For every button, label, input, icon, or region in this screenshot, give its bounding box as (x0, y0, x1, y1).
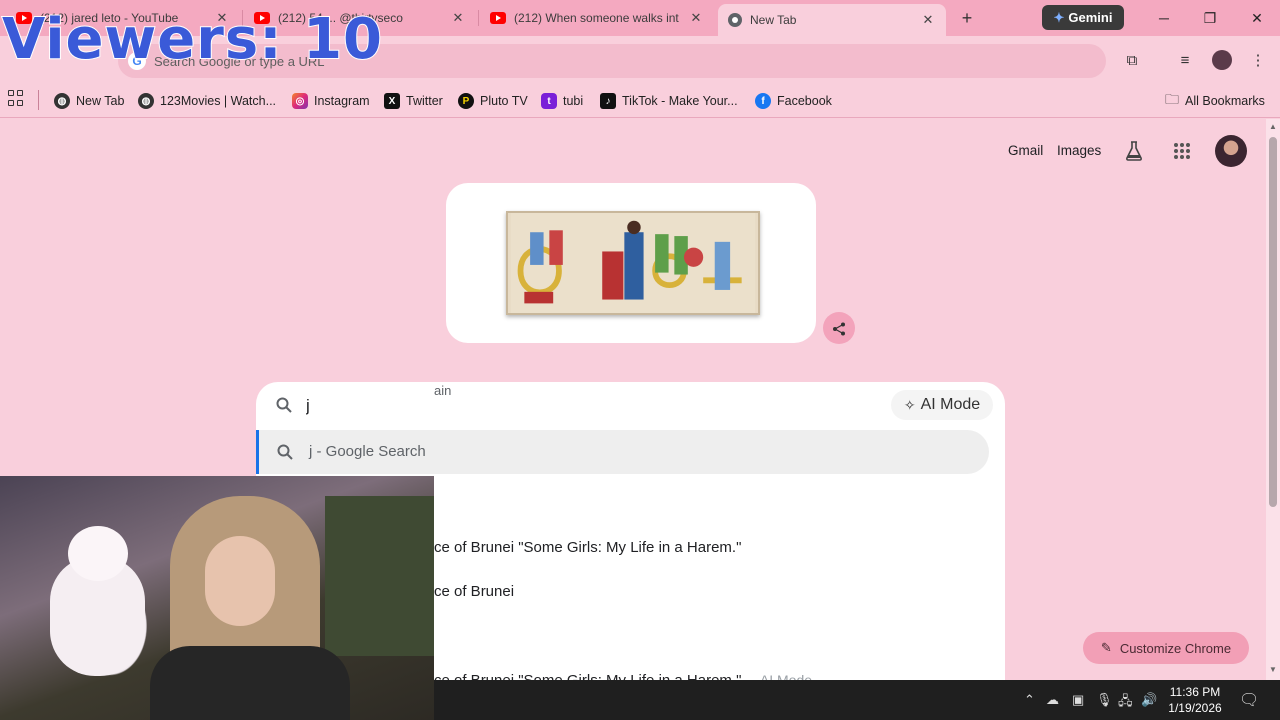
globe-icon: ◍ (138, 93, 154, 109)
labs-flask-icon[interactable] (1125, 141, 1143, 161)
notifications-icon[interactable]: 🗨 (1239, 690, 1259, 710)
ai-mode-label: AI Mode (920, 396, 981, 413)
gmail-link[interactable]: Gmail (1008, 143, 1043, 158)
bookmark-tiktok[interactable]: ♪ TikTok - Make Your... (600, 90, 738, 112)
bookmark-label: Pluto TV (480, 94, 528, 108)
suggestion-text: j - Google Search (309, 443, 426, 460)
bookmark-label: Twitter (406, 94, 443, 108)
profile-avatar[interactable] (1212, 50, 1232, 70)
bookmark-label: Instagram (314, 94, 370, 108)
suggestion-highlighted[interactable]: j - Google Search (256, 430, 989, 474)
apps-shortcut-icon[interactable] (8, 90, 24, 106)
search-row: ✧ AI Mode (256, 382, 1005, 428)
bookmarks-bar: ◍ New Tab ◍ 123Movies | Watch... ◎ Insta… (0, 84, 1280, 118)
page-scrollbar[interactable]: ▲ ▼ (1266, 119, 1280, 680)
suggestion-section-label: ain (434, 383, 452, 398)
minimize-button[interactable]: ─ (1150, 6, 1178, 30)
bookmark-tubi[interactable]: t tubi (541, 90, 583, 112)
onedrive-cloud-icon[interactable]: ☁ (1046, 692, 1059, 708)
instagram-icon: ◎ (292, 93, 308, 109)
bookmark-twitter[interactable]: X Twitter (384, 90, 443, 112)
folder-icon: 🗀 (1165, 91, 1179, 107)
webcam-person-shirt (150, 646, 350, 720)
gemini-sparkle-icon: ✦ (1053, 9, 1065, 25)
x-logo-icon: X (384, 93, 400, 109)
webcam-overlay (0, 476, 434, 720)
device-icon[interactable]: ▣ (1072, 692, 1084, 708)
suggestion-item-partial[interactable]: ce of Brunei "Some Girls: My Life in a H… (434, 672, 812, 680)
scroll-up-arrow-icon[interactable]: ▲ (1269, 122, 1277, 131)
gemini-button[interactable]: ✦ Gemini (1042, 5, 1124, 30)
tubi-icon: t (541, 93, 557, 109)
bookmark-label: New Tab (76, 94, 125, 108)
webcam-person-face (205, 536, 275, 626)
search-icon (276, 397, 292, 413)
all-bookmarks-label: All Bookmarks (1185, 94, 1265, 108)
menu-kebab-icon[interactable]: ⋮ (1247, 50, 1269, 72)
bookmark-pluto-tv[interactable]: P Pluto TV (458, 90, 528, 112)
suggestion-item[interactable]: ce of Brunei "Some Girls: My Life in a H… (434, 539, 741, 556)
gemini-label: Gemini (1068, 10, 1113, 25)
close-icon[interactable]: ✕ (450, 10, 466, 26)
tab-title: New Tab (750, 13, 797, 27)
customize-label: Customize Chrome (1119, 640, 1232, 656)
share-icon (833, 322, 845, 336)
tab-divider (478, 10, 479, 26)
search-icon (277, 444, 293, 460)
media-controls-icon[interactable]: ≡ (1174, 50, 1196, 72)
webcam-background-shelf (325, 496, 434, 656)
scroll-thumb[interactable] (1269, 137, 1277, 507)
bookmark-label: tubi (563, 94, 584, 108)
extensions-icon[interactable]: ⧉ (1121, 50, 1143, 72)
close-window-button[interactable]: ✕ (1243, 6, 1271, 30)
tray-chevron-up-icon[interactable]: ⌃ (1024, 692, 1035, 708)
share-doodle-button[interactable] (823, 312, 855, 344)
volume-icon[interactable]: 🔊 (1141, 692, 1157, 708)
suggestion-item: ce of Brunei "Some Girls: My Life in a H… (434, 672, 741, 680)
viewer-count-overlay: Viewers: 10 (1, 6, 384, 73)
restore-button[interactable]: ❐ (1196, 6, 1224, 30)
account-avatar[interactable] (1215, 135, 1247, 167)
suggestion-ai-mode-tag: AI Mode (759, 672, 813, 680)
bookmark-123movies[interactable]: ◍ 123Movies | Watch... (138, 90, 276, 112)
facebook-icon: f (755, 93, 771, 109)
bookmark-label: TikTok - Make Your... (622, 94, 738, 108)
ai-mode-button[interactable]: ✧ AI Mode (891, 390, 993, 420)
bookmark-label: 123Movies | Watch... (160, 94, 277, 108)
clock-time: 11:36 PM (1169, 685, 1221, 699)
tab-title: (212) When someone walks int (514, 11, 679, 25)
doodle-card (446, 183, 816, 343)
tab-new-tab[interactable]: New Tab ✕ (718, 4, 946, 36)
bookmark-label: Facebook (777, 94, 832, 108)
tiktok-icon: ♪ (600, 93, 616, 109)
google-doodle-image[interactable] (506, 211, 760, 315)
network-icon[interactable]: 🖧 (1118, 692, 1133, 714)
scroll-down-arrow-icon[interactable]: ▼ (1269, 665, 1277, 674)
suggestion-item[interactable]: ce of Brunei (434, 583, 514, 600)
microphone-icon[interactable]: 🎙 (1096, 692, 1113, 708)
tab-youtube-3[interactable]: (212) When someone walks int ✕ (480, 4, 714, 32)
webcam-plush-toy (50, 526, 145, 676)
pencil-icon: ✎ (1100, 640, 1112, 655)
bookmark-divider (38, 90, 39, 110)
google-apps-icon[interactable] (1174, 143, 1190, 159)
all-bookmarks-button[interactable]: 🗀 All Bookmarks (1165, 90, 1265, 112)
search-input[interactable] (306, 393, 826, 419)
new-tab-button[interactable]: + (956, 7, 978, 29)
bookmark-new-tab[interactable]: ◍ New Tab (54, 90, 124, 112)
bookmark-facebook[interactable]: f Facebook (755, 90, 832, 112)
close-icon[interactable]: ✕ (920, 12, 936, 28)
images-link[interactable]: Images (1057, 143, 1101, 158)
customize-chrome-button[interactable]: ✎ Customize Chrome (1083, 632, 1249, 664)
ai-sparkle-search-icon: ✧ (903, 396, 916, 413)
globe-icon: ◍ (54, 93, 70, 109)
youtube-icon (490, 12, 506, 24)
pluto-tv-icon: P (458, 93, 474, 109)
clock-date: 1/19/2026 (1168, 701, 1222, 715)
taskbar-clock[interactable]: 11:36 PM 1/19/2026 (1160, 684, 1230, 716)
bookmark-instagram[interactable]: ◎ Instagram (292, 90, 370, 112)
close-icon[interactable]: ✕ (688, 10, 704, 26)
chrome-icon (728, 13, 742, 27)
